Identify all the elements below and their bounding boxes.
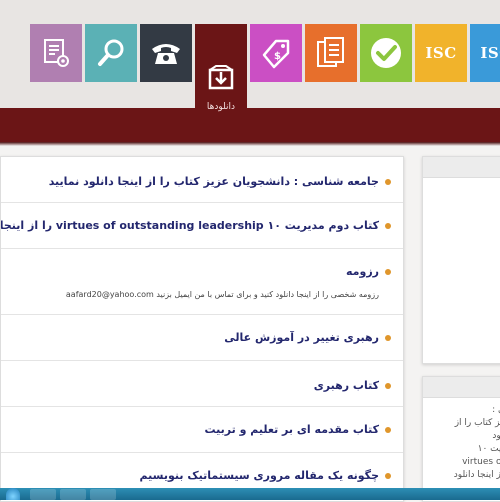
list-view-icon [44,39,69,67]
nav-tile-isc-yellow[interactable]: ISC [415,24,467,82]
sidebar-widget-top [422,156,500,364]
isc-tile-icon: ISC [425,44,457,62]
sidebar-text-line: virtues of o [462,457,500,467]
nav-tiles: ISC ISC $ دانلودها [0,24,500,132]
post-item[interactable]: رهبری تغییر در آموزش عالی [1,315,403,361]
download-icon [208,65,234,90]
start-button[interactable] [6,488,20,500]
nav-tile-isc-blue[interactable]: ISC [470,24,500,82]
post-title-text: کتاب دوم مدیریت ۱۰ virtues of outstandin… [1,219,379,232]
sidebar-widget-header [423,157,500,178]
post-item[interactable]: جامعه شناسی : دانشجویان عزیز کتاب را از … [1,157,403,203]
price-tag-icon: $ [262,39,290,69]
os-taskbar [0,488,500,500]
post-title-text: جامعه شناسی : دانشجویان عزیز کتاب را از … [48,175,379,188]
post-title-text: کتاب رهبری [313,379,379,392]
bullet-icon [385,426,391,433]
post-item[interactable]: رزومه رزومه شخصی را از اینجا دانلود کنید… [1,249,403,315]
post-item[interactable]: کتاب رهبری [1,361,403,407]
post-title[interactable]: کتاب مقدمه ای بر تعلیم و تربیت [1,423,391,436]
post-title[interactable]: کتاب رهبری [1,379,391,392]
sidebar-widget-bottom: سی : عزیز کتاب را از دانلود دیریت ۱۰ vir… [422,376,500,502]
sidebar-text-line: عزیز کتاب را از [454,418,500,428]
bullet-icon [385,472,391,479]
bullet-icon [385,222,391,229]
post-description: رزومه شخصی را از اینجا دانلود کنید و برا… [65,290,379,299]
taskbar-item[interactable] [60,489,86,500]
taskbar-item[interactable] [90,489,116,500]
taskbar-item[interactable] [30,489,56,500]
documents-icon [317,37,344,67]
nav-tile-price-tag[interactable]: $ [250,24,302,82]
bullet-icon [385,178,391,185]
bullet-icon [385,334,391,341]
check-icon [371,38,401,68]
post-title-text: رزومه [346,265,379,278]
post-title-text: کتاب مقدمه ای بر تعلیم و تربیت [204,423,379,436]
sidebar-text-line: سی : [492,405,500,415]
sidebar-widget-header [423,377,500,398]
bullet-icon [385,382,391,389]
sidebar-text-line: را از اینجا دانلود [453,470,500,480]
header-shadow [0,142,500,146]
header-band [0,108,500,142]
sidebar-widget-text: سی : عزیز کتاب را از دانلود دیریت ۱۰ vir… [423,398,500,482]
post-title[interactable]: چگونه یک مقاله مروری سیستماتیک بنویسیم [1,469,391,482]
nav-tile-downloads[interactable]: دانلودها [195,24,247,132]
post-item[interactable]: کتاب دوم مدیریت ۱۰ virtues of outstandin… [1,203,403,249]
nav-tile-check[interactable] [360,24,412,82]
nav-tile-phone[interactable] [140,24,192,82]
posts-panel: جامعه شناسی : دانشجویان عزیز کتاب را از … [0,156,404,502]
post-title[interactable]: رهبری تغییر در آموزش عالی [1,331,391,344]
search-icon [98,39,124,66]
isc-tile-icon: ISC [480,44,500,62]
post-title[interactable]: جامعه شناسی : دانشجویان عزیز کتاب را از … [1,175,391,188]
post-title-text: رهبری تغییر در آموزش عالی [224,331,379,344]
nav-tile-search[interactable] [85,24,137,82]
post-title[interactable]: کتاب دوم مدیریت ۱۰ virtues of outstandin… [1,219,391,232]
post-title-text: چگونه یک مقاله مروری سیستماتیک بنویسیم [139,469,379,482]
bullet-icon [385,268,391,275]
nav-tile-documents[interactable] [305,24,357,82]
nav-tile-list[interactable] [30,24,82,82]
sidebar-text-line: دیریت ۱۰ [477,444,500,454]
downloads-tab-label: دانلودها [206,102,236,112]
phone-icon [152,44,180,64]
post-item[interactable]: کتاب مقدمه ای بر تعلیم و تربیت [1,407,403,453]
sidebar-text-line: دانلود [492,431,500,441]
svg-text:$: $ [274,51,281,62]
post-title[interactable]: رزومه [1,265,391,278]
